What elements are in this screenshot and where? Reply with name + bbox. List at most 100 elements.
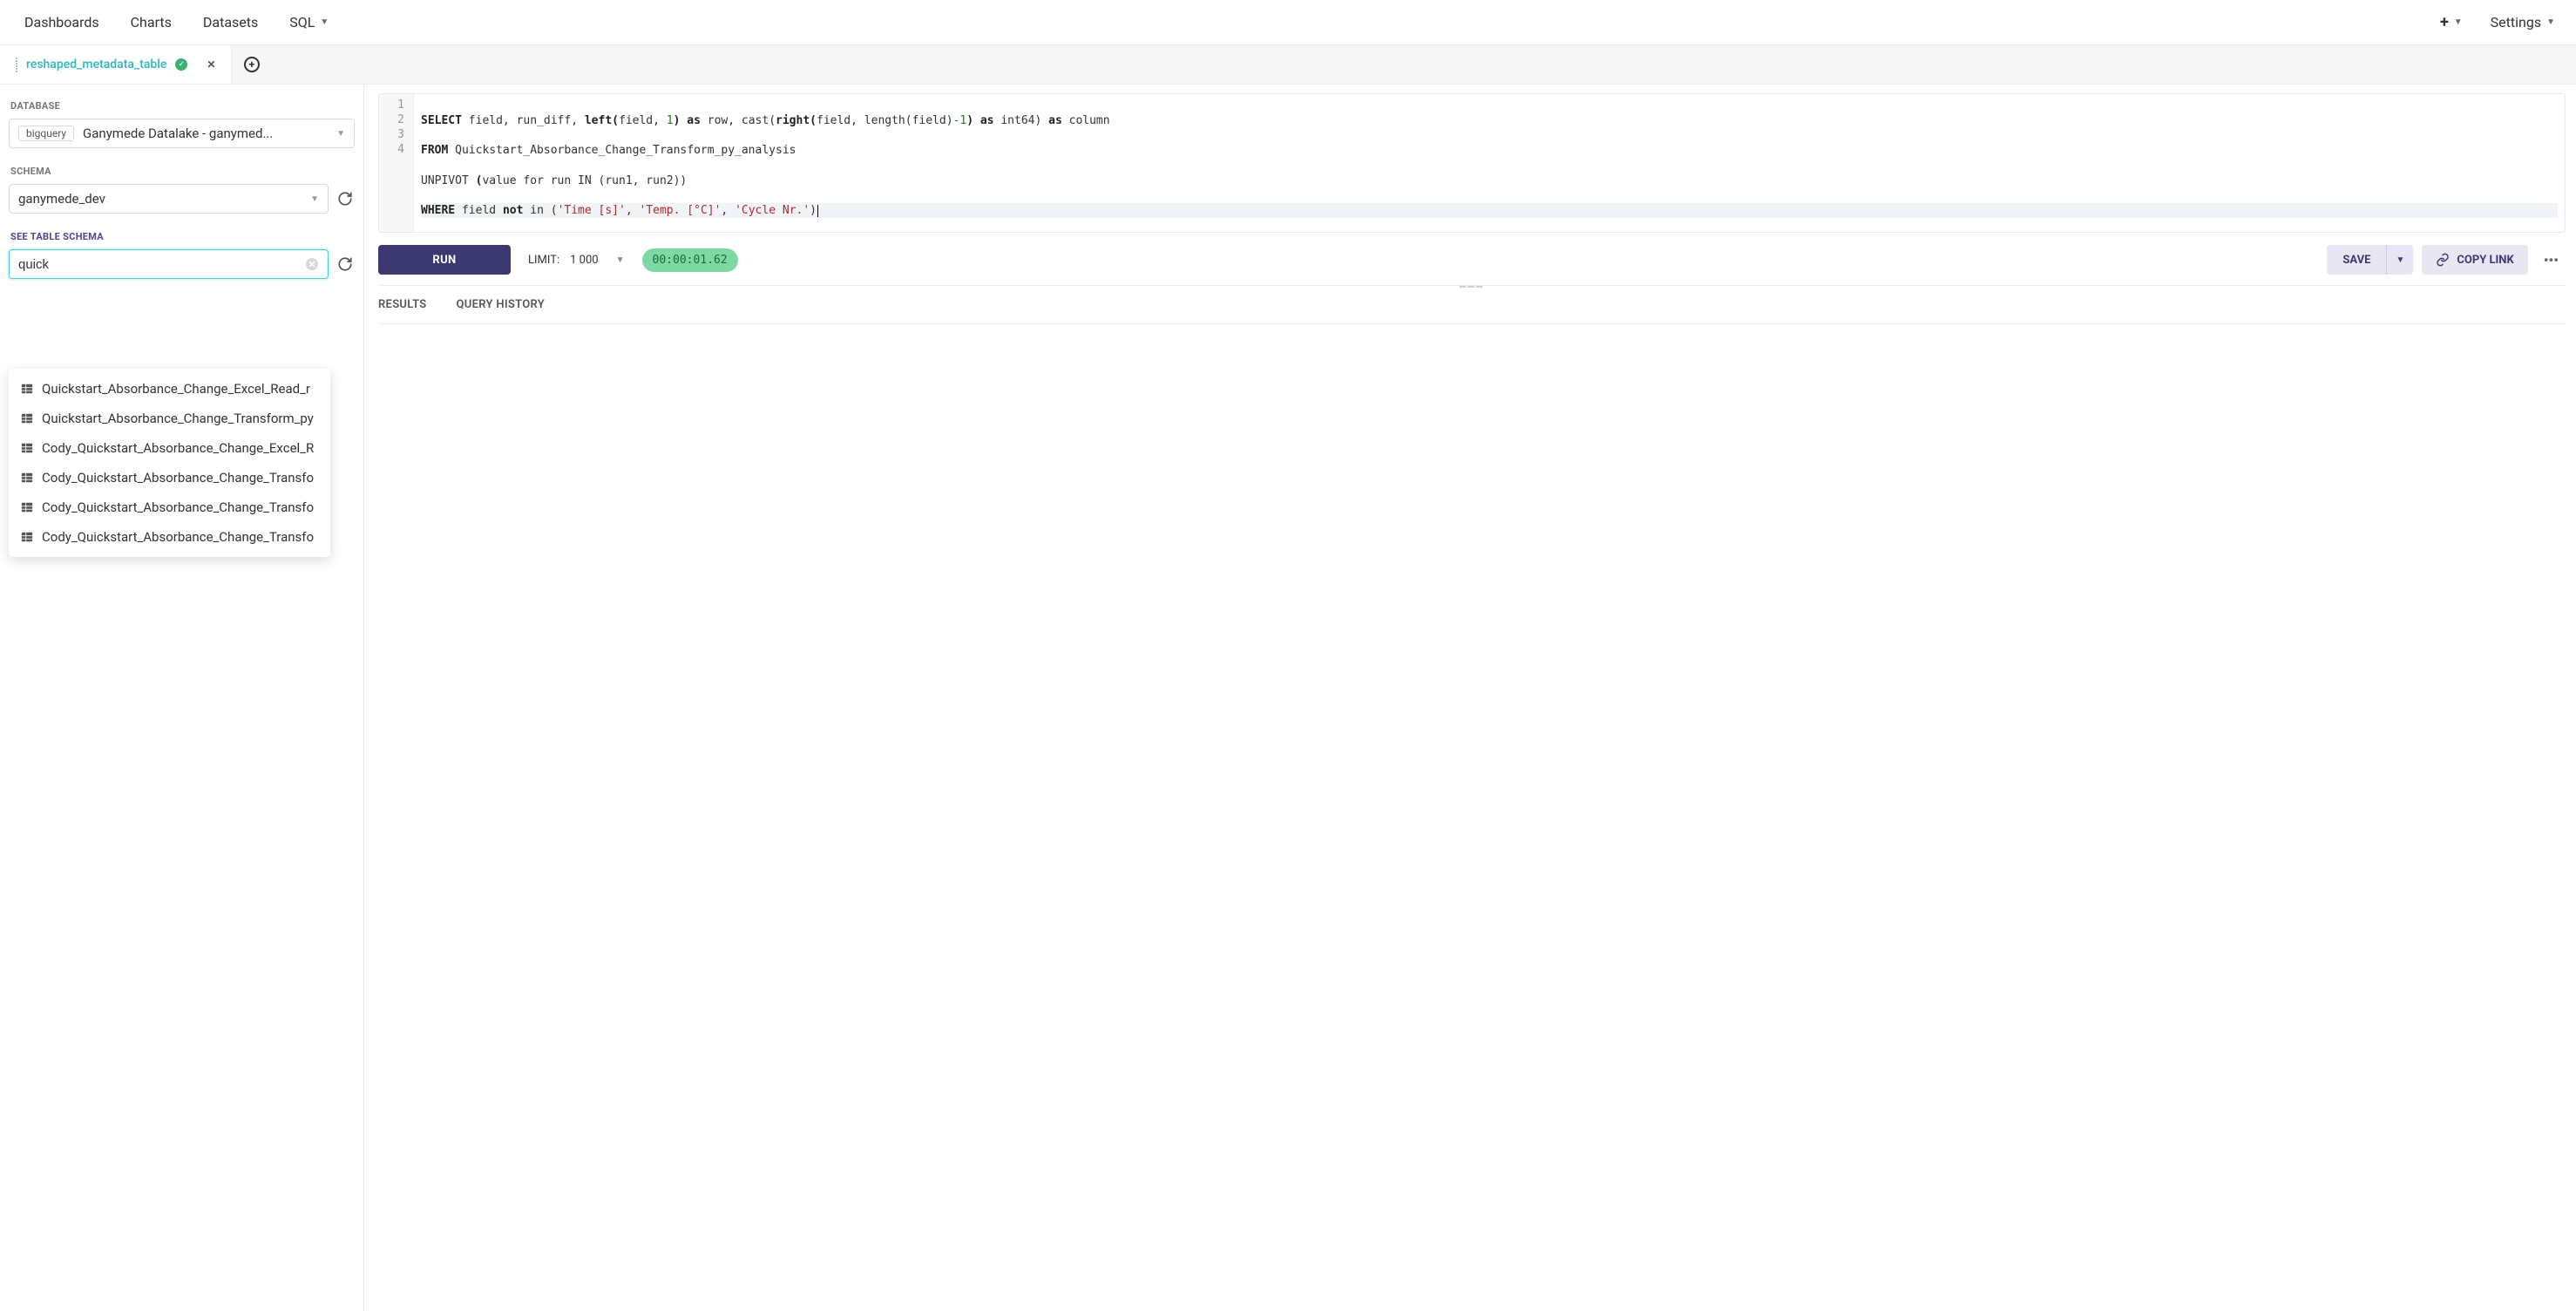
chevron-down-icon: ▼ [2546,17,2555,27]
close-icon[interactable]: ✕ [207,58,215,71]
more-options-button[interactable]: ••• [2537,245,2566,275]
table-option-label: Cody_Quickstart_Absorbance_Change_Transf… [42,499,314,515]
editor-gutter: 1 2 3 4 [379,94,414,232]
see-schema-label: SEE TABLE SCHEMA [9,231,355,242]
add-tab-button[interactable]: + [232,45,271,84]
check-circle-icon: ✓ [175,58,187,71]
code-token: FROM [421,144,448,157]
plus-icon: + [2440,13,2449,31]
table-option[interactable]: Cody_Quickstart_Absorbance_Change_Transf… [9,522,330,552]
line-number: 1 [383,98,404,112]
clear-icon[interactable] [305,257,319,271]
nav-charts[interactable]: Charts [115,0,187,45]
table-option[interactable]: Cody_Quickstart_Absorbance_Change_Excel_… [9,433,330,463]
query-tab-active[interactable]: reshaped_metadata_table ✓ ✕ [0,45,232,84]
save-dropdown-button[interactable]: ▼ [2386,245,2413,275]
nav-settings[interactable]: Settings ▼ [2485,0,2560,45]
table-search-dropdown: Quickstart_Absorbance_Change_Excel_Read_… [9,369,330,557]
refresh-icon[interactable] [336,255,355,274]
line-number: 3 [383,127,404,142]
main-panel: 1 2 3 4 SELECT field, run_diff, left(fie… [364,85,2576,1311]
limit-value: 1 000 [570,254,598,267]
copy-link-label: COPY LINK [2457,254,2513,267]
table-option-label: Cody_Quickstart_Absorbance_Change_Transf… [42,470,314,486]
line-number: 2 [383,112,404,127]
table-option[interactable]: Quickstart_Absorbance_Change_Excel_Read_… [9,374,330,404]
table-option-label: Quickstart_Absorbance_Change_Transform_p… [42,411,314,426]
code-token: field, run_diff, [462,114,585,127]
nav-right: + ▼ Settings ▼ [2435,0,2567,45]
database-chip: bigquery [18,126,74,141]
code-token: field, length(field) [817,114,953,127]
workspace: DATABASE bigquery Ganymede Datalake - ga… [0,85,2576,1311]
tab-query-history[interactable]: QUERY HISTORY [457,298,546,311]
sql-editor[interactable]: 1 2 3 4 SELECT field, run_diff, left(fie… [378,93,2566,233]
refresh-icon[interactable] [336,189,355,208]
code-token: , [626,204,640,217]
save-button[interactable]: SAVE [2327,245,2386,275]
chevron-down-icon: ▼ [616,255,625,265]
copy-link-button[interactable]: COPY LINK [2422,245,2527,275]
table-icon [21,383,33,395]
code-token: ) [810,204,817,217]
plus-circle-icon: + [244,57,260,72]
table-option[interactable]: Cody_Quickstart_Absorbance_Change_Transf… [9,463,330,492]
nav-sql-label: SQL [289,14,315,31]
code-token: int64) [994,114,1049,127]
link-icon [2436,253,2450,267]
editor-toolbar: RUN LIMIT: 1 000 ▼ 00:00:01.62 SAVE ▼ CO… [378,241,2566,285]
top-navigation: Dashboards Charts Datasets SQL ▼ + ▼ Set… [0,0,2576,45]
database-select[interactable]: bigquery Ganymede Datalake - ganymed... … [9,119,355,148]
line-number: 4 [383,142,404,157]
code-token: value for run IN (run1, run2)) [482,174,687,187]
code-token: as [973,114,993,127]
schema-select[interactable]: ganymede_dev ▼ [9,184,329,214]
chevron-down-icon: ▼ [320,17,329,27]
results-tabs: RESULTS QUERY HISTORY [378,291,2566,324]
nav-sql[interactable]: SQL ▼ [274,0,344,45]
table-search-input[interactable] [18,257,305,272]
code-token: right( [776,114,817,127]
code-token: SELECT [421,114,462,127]
table-option[interactable]: Cody_Quickstart_Absorbance_Change_Transf… [9,492,330,522]
nav-dashboards[interactable]: Dashboards [9,0,115,45]
editor-code[interactable]: SELECT field, run_diff, left(field, 1) a… [414,94,2565,232]
code-token: Quickstart_Absorbance_Change_Transform_p… [448,144,796,157]
database-label: DATABASE [9,100,355,112]
code-token: field [455,204,503,217]
schema-value: ganymede_dev [18,191,310,207]
code-token: UNPIVOT [421,174,476,187]
code-token: 'Temp. [°C]' [640,204,722,217]
code-token: -1 [953,114,967,127]
table-icon [21,472,33,484]
database-value: Ganymede Datalake - ganymed... [83,126,336,141]
run-button[interactable]: RUN [378,245,511,275]
code-token: field, [619,114,667,127]
schema-row: ganymede_dev ▼ [9,184,355,214]
table-icon [21,412,33,425]
code-token: as [1048,114,1062,127]
chevron-down-icon: ▼ [2396,255,2404,265]
query-timer: 00:00:01.62 [642,248,738,272]
code-token: not [503,204,523,217]
tab-results[interactable]: RESULTS [378,298,427,311]
limit-label: LIMIT: [528,254,559,267]
limit-selector[interactable]: LIMIT: 1 000 ▼ [528,254,625,267]
code-token: , [721,204,735,217]
table-option-label: Cody_Quickstart_Absorbance_Change_Excel_… [42,440,314,456]
table-option[interactable]: Quickstart_Absorbance_Change_Transform_p… [9,404,330,433]
toolbar-right: SAVE ▼ COPY LINK ••• [2327,245,2566,275]
table-icon [21,531,33,543]
code-token: 'Time [s]' [558,204,626,217]
editor-cursor [817,205,818,217]
nav-datasets[interactable]: Datasets [187,0,274,45]
code-token: 'Cycle Nr.' [735,204,810,217]
resize-handle[interactable]: ━━━ [378,281,2566,291]
drag-handle-icon[interactable] [16,58,17,72]
left-sidebar: DATABASE bigquery Ganymede Datalake - ga… [0,85,364,1311]
nav-add-button[interactable]: + ▼ [2435,0,2468,45]
chevron-down-icon: ▼ [336,129,345,139]
code-token: as [680,114,700,127]
nav-left: Dashboards Charts Datasets SQL ▼ [9,0,344,45]
chevron-down-icon: ▼ [310,194,319,204]
